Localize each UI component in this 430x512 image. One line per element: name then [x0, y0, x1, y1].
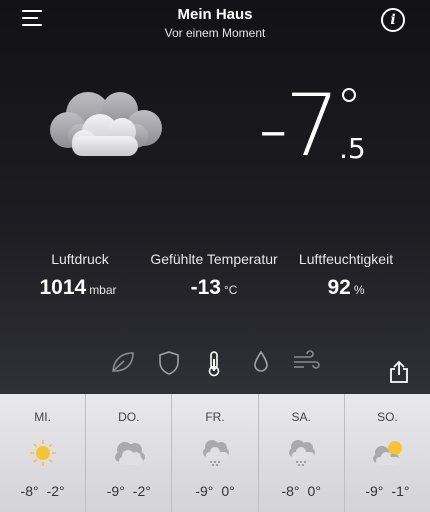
day-temps: -9° -2°: [86, 483, 171, 499]
temp-low: -9°: [195, 483, 214, 499]
feels-like-number: -13: [190, 276, 221, 299]
day-name: MI.: [34, 410, 51, 424]
category-tabs: [0, 350, 430, 378]
shield-icon[interactable]: [157, 350, 181, 376]
day-temps: -9° 0°: [172, 483, 257, 499]
leaf-icon[interactable]: [110, 350, 136, 374]
forecast-day[interactable]: MI. -8° -2°: [0, 394, 87, 512]
day-name: SO.: [377, 410, 398, 424]
pressure-value: 1014 mbar: [28, 276, 128, 300]
cloud-icon: [50, 92, 162, 156]
forecast-day[interactable]: SO. -9° -1°: [345, 394, 430, 512]
humidity-value: 92%: [296, 276, 396, 300]
wind-icon[interactable]: [292, 350, 320, 372]
droplet-icon[interactable]: [253, 350, 269, 374]
feels-like-value: -13 °C: [164, 276, 264, 300]
forecast-strip: MI. -8° -2° DO. -9° -2° FR. -9° 0° SA. -…: [0, 394, 430, 512]
temp-high: -1°: [391, 483, 410, 499]
feels-like-unit: °C: [223, 283, 238, 297]
share-icon[interactable]: [388, 360, 410, 384]
day-name: FR.: [205, 410, 225, 424]
temp-low: -9°: [106, 483, 125, 499]
forecast-day[interactable]: SA. -8° 0°: [259, 394, 345, 512]
day-temps: -8° -2°: [0, 483, 85, 499]
temp-low: -9°: [365, 483, 384, 499]
forecast-day[interactable]: FR. -9° 0°: [172, 394, 259, 512]
cloud-icon: [114, 442, 145, 465]
humidity-number: 92: [327, 276, 351, 299]
location-title: Mein Haus: [177, 6, 253, 23]
app-header: Mein Haus Vor einem Moment i: [0, 0, 430, 48]
temp-low: -8°: [281, 483, 300, 499]
thermometer-icon[interactable]: [206, 350, 222, 378]
degree-symbol: [342, 88, 356, 102]
temp-high: 0°: [221, 483, 235, 499]
humidity-unit: %: [353, 283, 365, 297]
pressure-label: Luftdruck: [51, 251, 109, 267]
temperature-value: 7: [285, 76, 340, 176]
temperature-sign: -: [258, 79, 289, 177]
humidity-label: Luftfeuchtigkeit: [298, 251, 394, 267]
forecast-day[interactable]: DO. -9° -2°: [86, 394, 173, 512]
temp-high: -2°: [132, 483, 151, 499]
sun-icon: [29, 440, 56, 466]
day-name: SA.: [291, 410, 311, 424]
day-temps: -8° 0°: [259, 483, 344, 499]
pressure-unit: mbar: [89, 283, 117, 297]
feels-like-label: Gefühlte Temperatur: [150, 251, 278, 267]
pressure-number: 1014: [39, 276, 87, 299]
day-temps: -9° -1°: [345, 483, 430, 499]
info-icon[interactable]: i: [381, 8, 405, 32]
day-name: DO.: [118, 410, 140, 424]
temp-high: 0°: [307, 483, 321, 499]
temp-low: -8°: [20, 483, 39, 499]
partly-cloudy-icon: [373, 441, 403, 465]
snow-cloud-icon: [289, 440, 316, 466]
temperature-decimal: .5: [339, 132, 366, 165]
update-time: Vor einem Moment: [164, 26, 266, 40]
snow-cloud-icon: [203, 440, 229, 466]
temp-high: -2°: [46, 483, 65, 499]
